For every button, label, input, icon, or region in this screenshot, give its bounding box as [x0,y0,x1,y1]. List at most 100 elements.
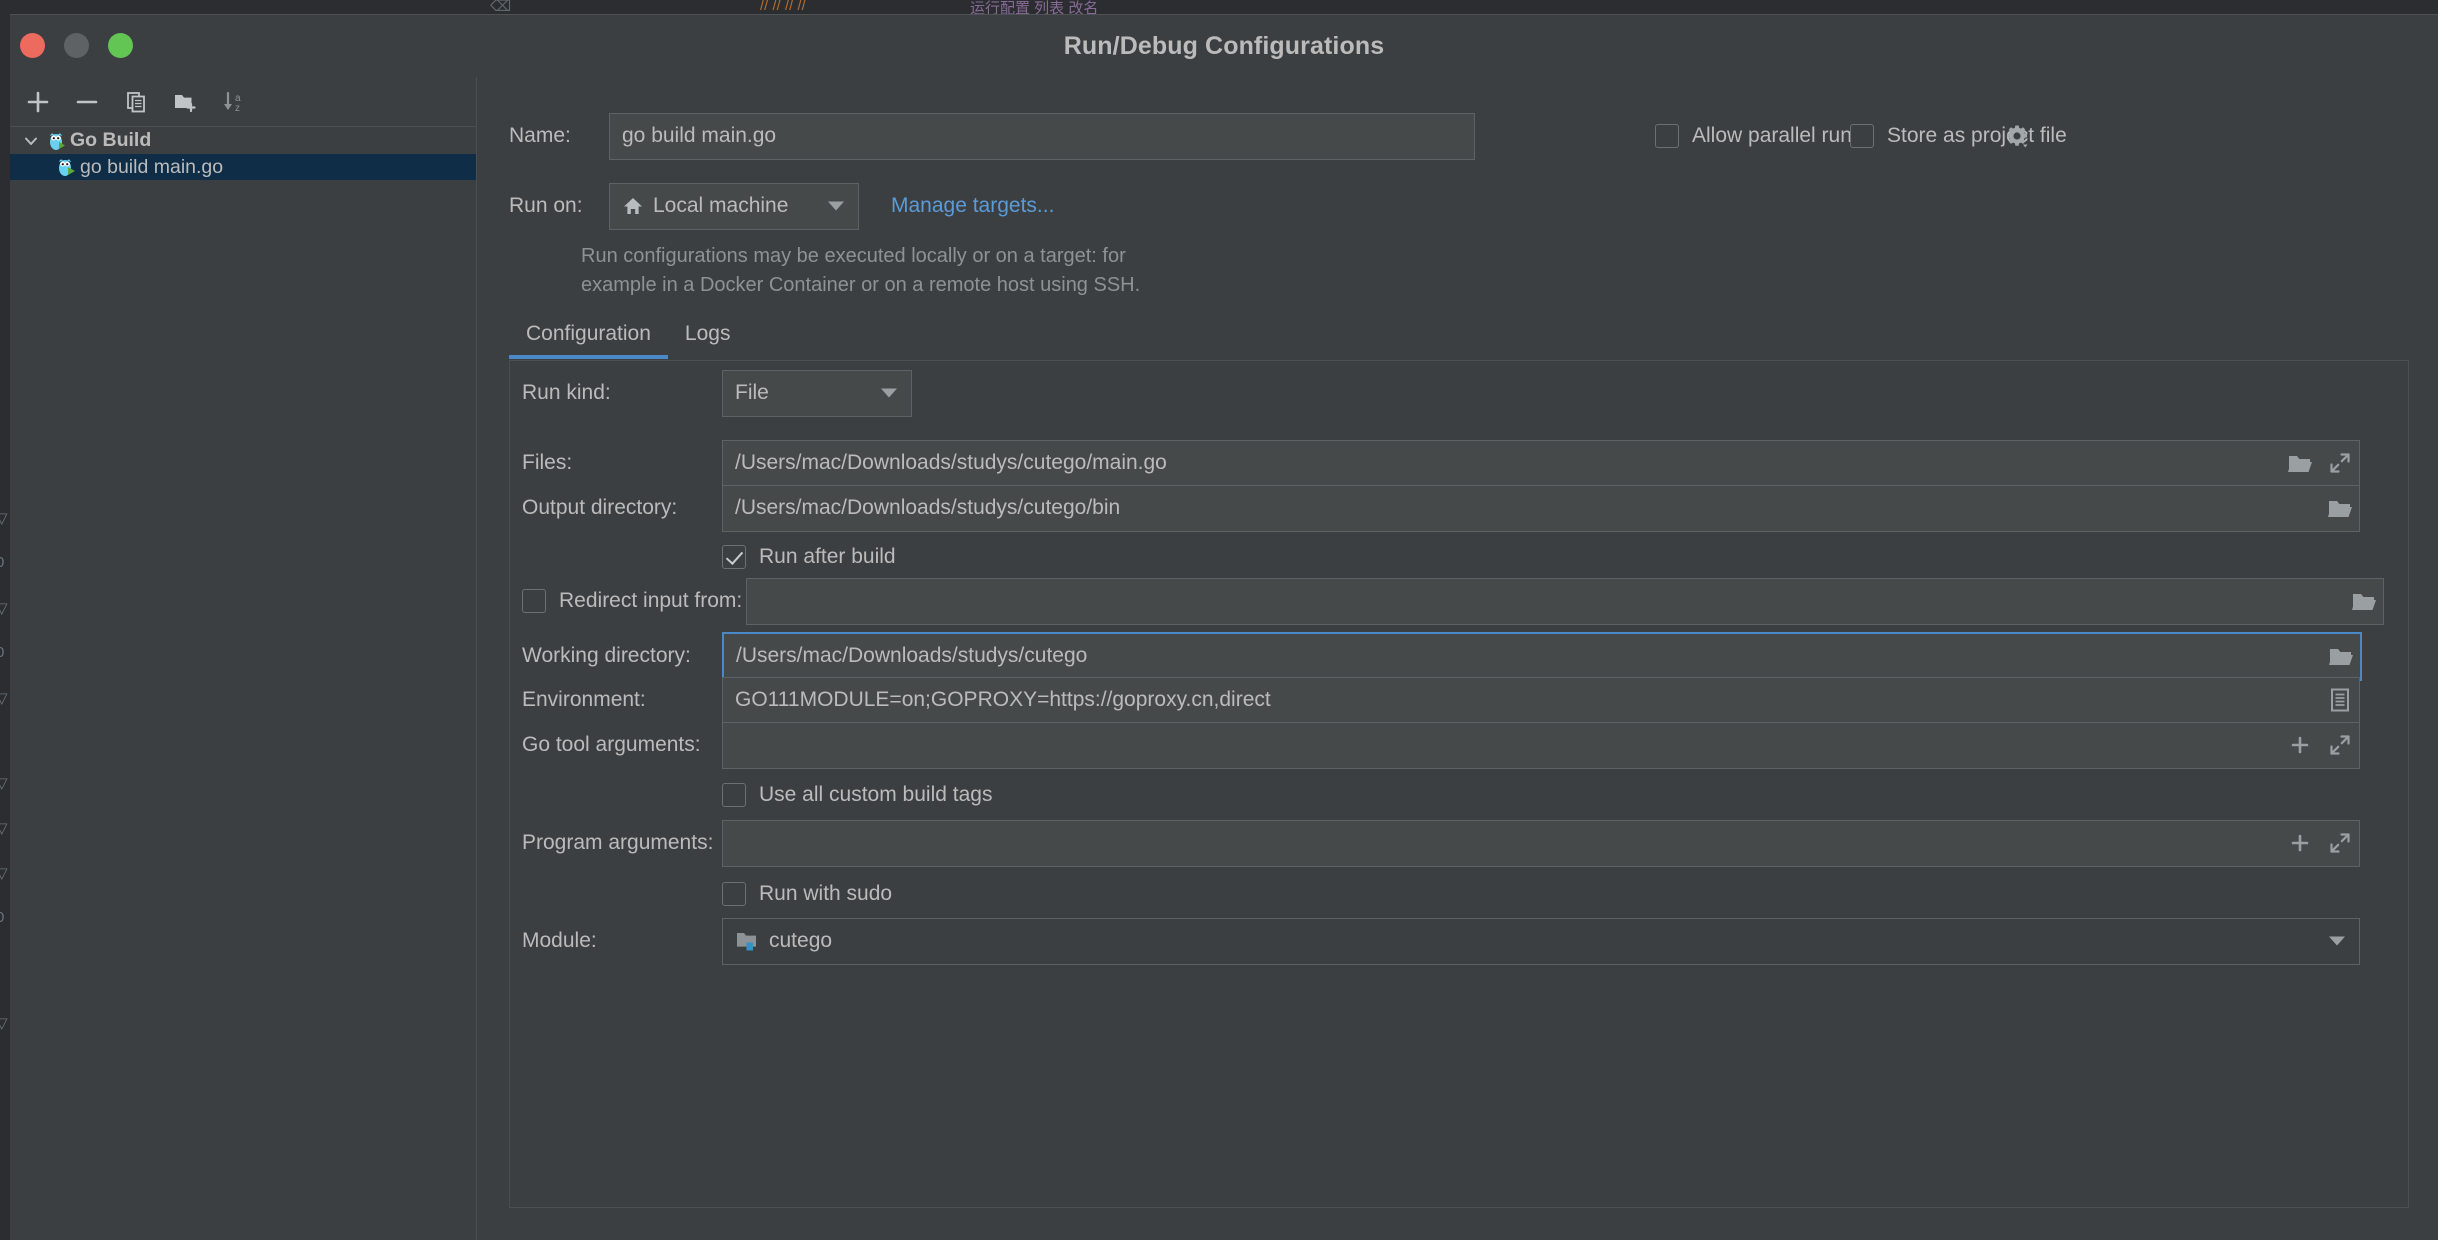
folder-browse-icon[interactable] [2351,588,2377,614]
go-tool-arguments-input[interactable] [722,721,2360,769]
environment-input[interactable]: GO111MODULE=on;GOPROXY=https://goproxy.c… [722,676,2360,724]
gutter-mark: ▽ [0,1015,8,1032]
module-row: Module: cutego [522,917,2392,965]
output-directory-input-value: /Users/mac/Downloads/studys/cutego/bin [735,496,1121,519]
files-input-value: /Users/mac/Downloads/studys/cutego/main.… [735,451,1167,474]
manage-targets-link[interactable]: Manage targets... [891,194,1054,218]
gear-dropdown-icon[interactable] [2004,123,2030,149]
folder-browse-icon[interactable] [2287,450,2313,476]
run-with-sudo-row[interactable]: Run with sudo [522,877,2392,911]
working-directory-field-icons [2328,643,2354,669]
module-value: cutego [769,929,833,952]
folder-browse-icon[interactable] [2327,495,2353,521]
chevron-down-icon[interactable] [18,132,44,150]
run-kind-value: File [735,381,769,404]
name-input[interactable]: go build main.go [609,112,1475,160]
environment-list-icon[interactable] [2327,687,2353,713]
bg-fragment-text: 运行配置 列表 改名 [970,0,1099,14]
environment-field-icons [2327,687,2353,713]
run-after-build-label: Run after build [759,545,896,568]
module-label: Module: [522,929,597,952]
tree-group-label: Go Build [70,129,152,151]
allow-parallel-run-label: Allow parallel run [1692,124,1852,147]
use-custom-build-tags-checkbox[interactable] [722,783,746,807]
gutter-mark: ▽ [0,775,8,792]
folder-browse-icon[interactable] [2328,643,2354,669]
run-after-build-checkbox[interactable] [722,545,746,569]
run-after-build-row[interactable]: Run after build [522,540,2392,574]
run-kind-label: Run kind: [522,381,611,404]
go-gopher-run-icon [54,155,78,179]
redirect-input-field-icons [2351,588,2377,614]
gutter-mark: ▽ [0,510,8,527]
program-arguments-input[interactable] [722,819,2360,867]
chevron-down-icon[interactable] [828,201,844,211]
module-dropdown[interactable]: cutego [722,917,2360,965]
tree-item-go-build-main-go[interactable]: go build main.go [10,154,476,180]
gutter-mark: ▽ [0,600,8,617]
working-directory-input[interactable]: /Users/mac/Downloads/studys/cutego [722,631,2362,681]
store-as-project-file-checkbox[interactable] [1850,124,1874,148]
store-as-project-file-row[interactable]: Store as project file [1850,123,2067,149]
gutter-mark: ▽ [0,865,8,882]
files-label: Files: [522,451,573,474]
files-input[interactable]: /Users/mac/Downloads/studys/cutego/main.… [722,439,2360,487]
program-arguments-row: Program arguments: [522,819,2392,867]
gutter-mark: ▽ [0,820,8,837]
run-with-sudo-label: Run with sudo [759,882,893,905]
use-custom-build-tags-row[interactable]: Use all custom build tags [522,778,2392,812]
allow-parallel-run-row[interactable]: Allow parallel run [1655,124,1852,148]
run-on-help-text: Run configurations may be executed local… [581,242,1581,300]
home-icon [622,195,644,217]
working-directory-input-value: /Users/mac/Downloads/studys/cutego [736,644,1088,667]
sidebar-toolbar: a z [10,77,476,127]
tree-item-label: go build main.go [80,155,224,178]
output-directory-row: Output directory: /Users/mac/Downloads/s… [522,484,2392,532]
store-as-project-file-label: Store as project file [1887,124,2067,147]
module-folder-icon [735,929,759,953]
insert-macro-icon[interactable] [2287,830,2313,856]
tab-configuration[interactable]: Configuration [509,312,668,359]
go-tool-arguments-label: Go tool arguments: [522,733,701,756]
run-on-label: Run on: [509,194,583,217]
program-arguments-field-icons [2287,830,2353,856]
expand-icon[interactable] [2327,732,2353,758]
name-row: Name: go build main.go Allow parallel ru… [509,112,2409,160]
files-row: Files: /Users/mac/Downloads/studys/cuteg… [522,439,2392,487]
redirect-input-row: Redirect input from: [522,577,2392,625]
gutter-mark: 0 [0,909,5,926]
environment-input-value: GO111MODULE=on;GOPROXY=https://goproxy.c… [735,688,1271,711]
tree-group-go-build[interactable]: Go Build [10,127,476,154]
output-directory-label: Output directory: [522,496,678,519]
redirect-input-field[interactable] [746,577,2384,625]
run-on-dropdown[interactable]: Local machine [609,182,859,230]
expand-icon[interactable] [2327,830,2353,856]
output-directory-input[interactable]: /Users/mac/Downloads/studys/cutego/bin [722,484,2360,532]
copy-configuration-button[interactable] [118,84,154,120]
remove-configuration-button[interactable] [69,84,105,120]
tab-logs[interactable]: Logs [668,312,748,358]
gutter-mark: ▽ [0,690,8,707]
go-gopher-icon [44,129,68,153]
environment-label: Environment: [522,688,646,711]
gutter-mark: 0 [0,644,5,661]
redirect-input-checkbox[interactable] [522,589,546,613]
configurations-sidebar: a z Go Build go build main.go [10,77,477,1240]
chevron-down-icon[interactable] [2329,936,2345,946]
output-directory-field-icons [2327,495,2353,521]
allow-parallel-run-checkbox[interactable] [1655,124,1679,148]
add-configuration-button[interactable] [20,84,56,120]
save-configuration-button[interactable] [167,84,203,120]
run-with-sudo-checkbox[interactable] [722,882,746,906]
run-debug-configurations-dialog: Run/Debug Configurations a z Go Build go… [10,14,2438,1240]
program-arguments-label: Program arguments: [522,831,714,854]
go-tool-arguments-row: Go tool arguments: [522,721,2392,769]
insert-macro-icon[interactable] [2287,732,2313,758]
sort-configurations-button[interactable]: a z [216,84,252,120]
expand-icon[interactable] [2327,450,2353,476]
run-kind-dropdown[interactable]: File [722,369,912,417]
dialog-titlebar: Run/Debug Configurations [10,15,2438,77]
chevron-down-icon[interactable] [881,388,897,398]
configuration-panel: Run kind: File Files: /Users/mac/Downloa… [509,360,2409,1208]
run-on-row: Run on: Local machine Manage targets... [509,182,2409,230]
